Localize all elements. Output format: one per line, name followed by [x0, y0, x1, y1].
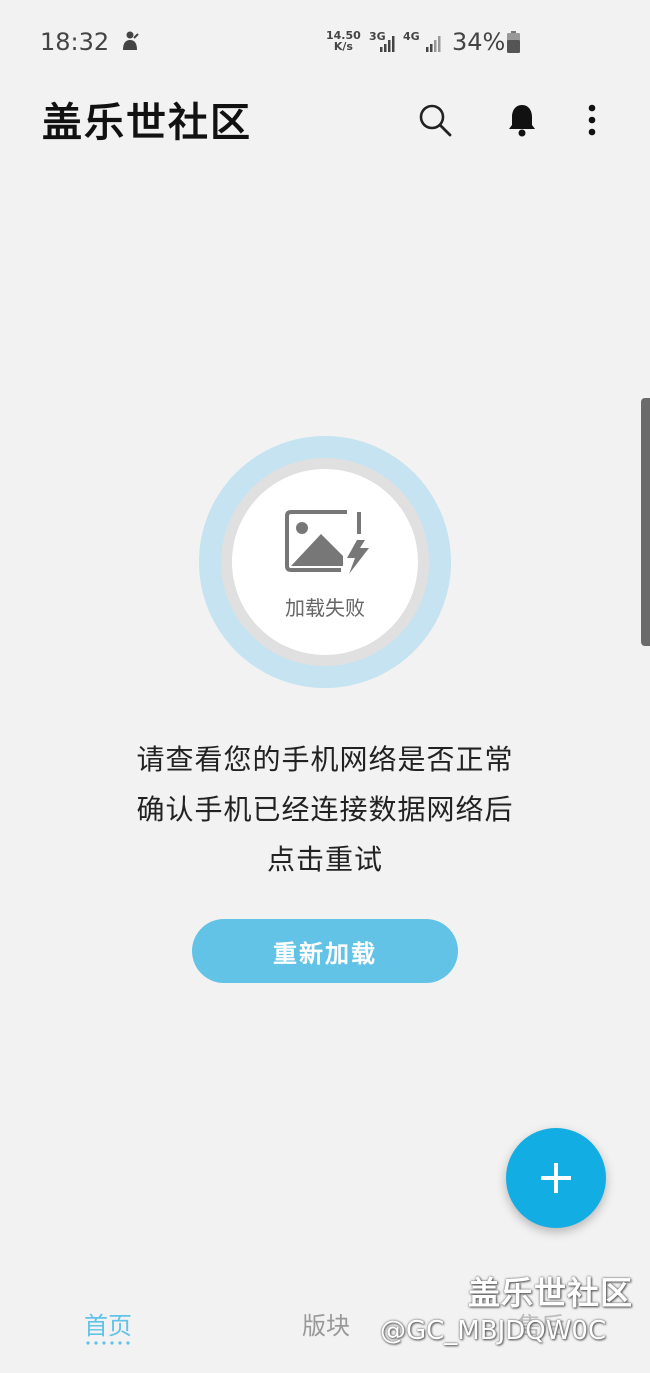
error-message-line-3: 点击重试	[266, 843, 383, 876]
battery-icon	[507, 31, 520, 53]
load-failed-label: 加载失败	[285, 596, 365, 620]
watermark-title: 盖乐世社区	[468, 1274, 634, 1312]
more-vert-icon	[588, 104, 596, 136]
create-post-button[interactable]	[506, 1128, 606, 1228]
edge-panel-handle[interactable]	[641, 398, 650, 646]
signal-icon	[426, 36, 441, 52]
bell-icon	[509, 105, 535, 137]
net-speed: 14.50 K/s	[326, 30, 361, 52]
retry-button-label: 重新加载	[273, 939, 377, 968]
plus-icon	[541, 1163, 571, 1193]
error-message-line-1: 请查看您的手机网络是否正常	[136, 743, 514, 776]
search-icon	[419, 104, 452, 137]
retry-button[interactable]: 重新加载	[192, 919, 458, 983]
signal-icon	[380, 36, 395, 52]
nav-item-home[interactable]: 首页	[72, 1306, 144, 1341]
active-tab-indicator	[84, 1341, 132, 1345]
net-speed-unit: K/s	[333, 40, 353, 53]
sim2-type: 4G	[403, 30, 420, 43]
broken-image-icon	[285, 510, 369, 574]
search-button[interactable]	[413, 98, 457, 142]
watermark-handle: @GC_MBJDQW0C	[380, 1316, 607, 1346]
error-message-line-2: 确认手机已经连接数据网络后	[136, 793, 514, 826]
app-title: 盖乐世社区	[42, 100, 252, 146]
status-time: 18:32	[40, 28, 110, 56]
notifications-button[interactable]	[500, 98, 544, 142]
more-options-button[interactable]	[570, 98, 614, 142]
nav-item-boards[interactable]: 版块	[290, 1306, 362, 1341]
battery-percent: 34%	[452, 28, 506, 56]
notification-icon	[123, 31, 139, 50]
